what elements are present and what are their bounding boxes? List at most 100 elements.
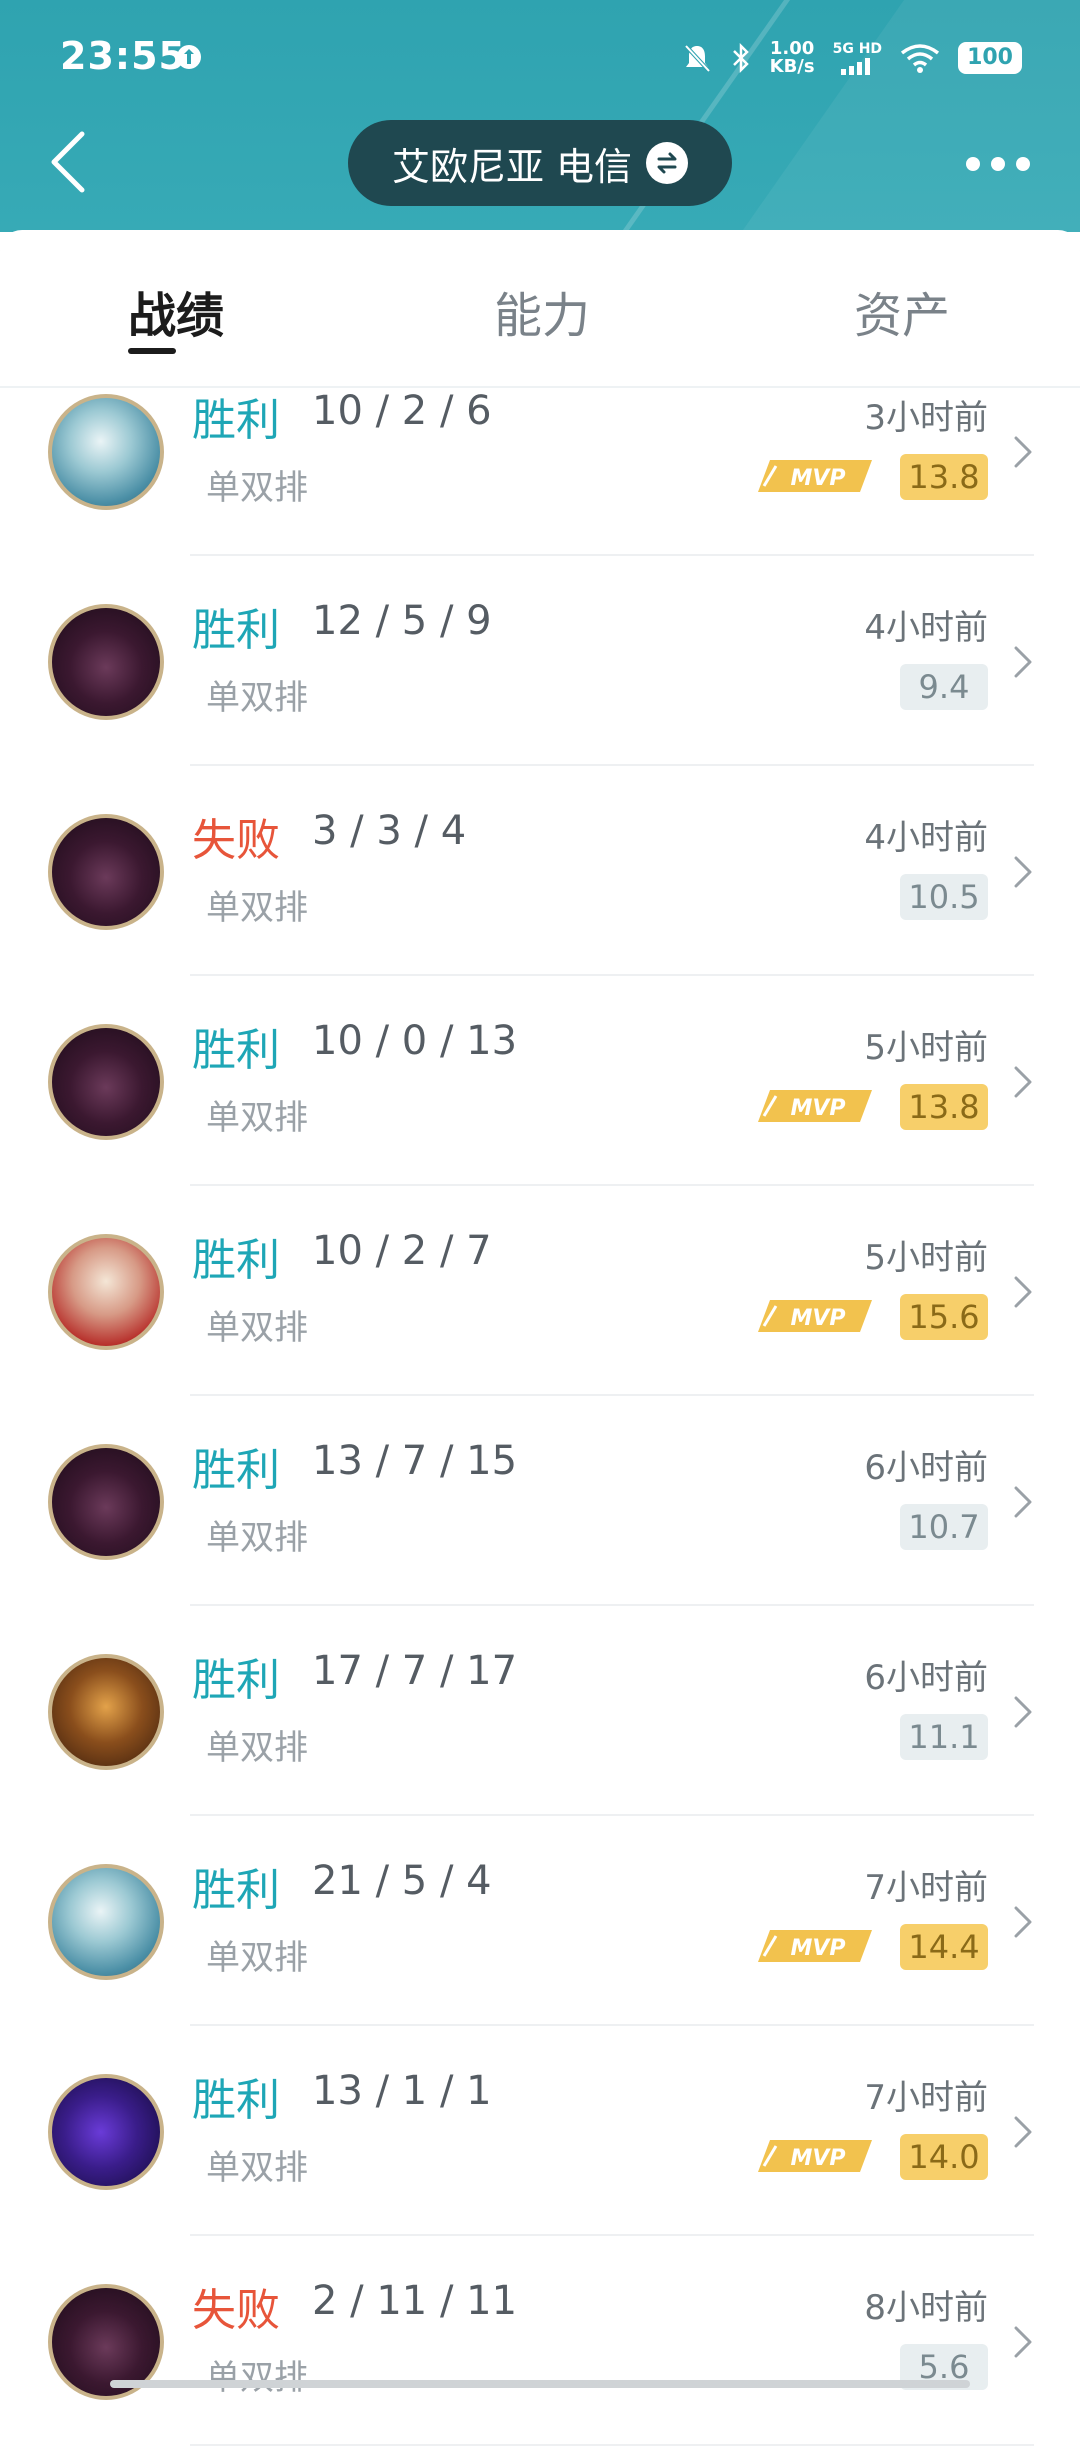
champion-avatar	[48, 394, 164, 510]
match-time: 8小时前	[864, 2288, 988, 2328]
match-time: 6小时前	[864, 1448, 988, 1488]
match-result: 胜利	[192, 2075, 280, 2126]
match-score: 13.8	[900, 454, 988, 500]
match-row[interactable]: 胜利 10 / 2 / 6 单双排 3小时前 13.8 MVP	[0, 346, 1080, 556]
match-time: 6小时前	[864, 1658, 988, 1698]
match-score: 10.5	[900, 874, 988, 920]
app-notification-icon	[177, 45, 201, 69]
match-result: 胜利	[192, 1865, 280, 1916]
match-result: 失败	[192, 815, 280, 866]
match-kda: 10 / 2 / 6	[312, 388, 492, 434]
match-score: 14.0	[900, 2134, 988, 2180]
back-icon[interactable]	[44, 130, 94, 194]
tab-assets[interactable]: 资产	[854, 276, 950, 346]
server-switch-button[interactable]: 艾欧尼亚 电信	[348, 120, 732, 206]
chevron-right-icon[interactable]	[1010, 2322, 1036, 2362]
chevron-right-icon[interactable]	[1010, 1062, 1036, 1102]
queue-type: 单双排	[206, 468, 308, 508]
match-time: 5小时前	[864, 1028, 988, 1068]
queue-type: 单双排	[206, 678, 308, 718]
match-kda: 12 / 5 / 9	[312, 598, 492, 644]
match-kda: 10 / 2 / 7	[312, 1228, 492, 1274]
match-row[interactable]: 胜利 10 / 0 / 13 单双排 5小时前 13.8 MVP	[0, 976, 1080, 1186]
match-result: 胜利	[192, 1655, 280, 1706]
queue-type: 单双排	[206, 1518, 308, 1558]
match-result: 胜利	[192, 605, 280, 656]
match-score: 10.7	[900, 1504, 988, 1550]
champion-avatar	[48, 1864, 164, 1980]
battery-indicator: 100	[958, 42, 1022, 74]
match-score: 14.4	[900, 1924, 988, 1970]
match-kda: 17 / 7 / 17	[312, 1648, 518, 1694]
chevron-right-icon[interactable]	[1010, 852, 1036, 892]
network-type: 5G HD	[832, 41, 883, 57]
chevron-right-icon[interactable]	[1010, 2112, 1036, 2152]
tab-record[interactable]: 战绩	[128, 276, 224, 346]
mvp-badge-icon: MVP	[758, 2140, 872, 2172]
chevron-right-icon[interactable]	[1010, 1482, 1036, 1522]
mvp-label: MVP	[790, 1306, 845, 1331]
mvp-badge-icon: MVP	[758, 1930, 872, 1962]
wifi-icon	[900, 44, 940, 73]
champion-avatar	[48, 1024, 164, 1140]
match-score: 15.6	[900, 1294, 988, 1340]
match-score: 9.4	[900, 664, 988, 710]
bluetooth-icon	[732, 42, 749, 74]
mvp-label: MVP	[790, 466, 845, 491]
match-score: 11.1	[900, 1714, 988, 1760]
match-kda: 10 / 0 / 13	[312, 1018, 518, 1064]
champion-avatar	[48, 1654, 164, 1770]
queue-type: 单双排	[206, 888, 308, 928]
signal-icon	[841, 58, 871, 75]
match-kda: 21 / 5 / 4	[312, 1858, 492, 1904]
champion-avatar	[48, 814, 164, 930]
champion-avatar	[48, 2074, 164, 2190]
match-row[interactable]: 胜利 17 / 7 / 17 单双排 6小时前 11.1	[0, 1606, 1080, 1816]
tab-ability[interactable]: 能力	[494, 276, 590, 346]
mvp-label: MVP	[790, 2146, 845, 2171]
match-result: 胜利	[192, 1235, 280, 1286]
match-kda: 13 / 1 / 1	[312, 2068, 492, 2114]
match-kda: 3 / 3 / 4	[312, 808, 467, 854]
swap-icon	[646, 142, 689, 184]
match-row[interactable]: 失败 2 / 11 / 11 单双排 8小时前 5.6	[0, 2236, 1080, 2446]
queue-type: 单双排	[206, 1938, 308, 1978]
status-time: 23:55	[60, 34, 186, 78]
champion-avatar	[48, 1444, 164, 1560]
match-row[interactable]: 胜利 21 / 5 / 4 单双排 7小时前 14.4 MVP	[0, 1816, 1080, 2026]
chevron-right-icon[interactable]	[1010, 642, 1036, 682]
match-row[interactable]: 胜利 10 / 2 / 7 单双排 5小时前 15.6 MVP	[0, 1186, 1080, 1396]
scroll-indicator	[110, 2380, 970, 2388]
match-result: 胜利	[192, 1025, 280, 1076]
match-row[interactable]: 胜利 12 / 5 / 9 单双排 4小时前 9.4	[0, 556, 1080, 766]
chevron-right-icon[interactable]	[1010, 432, 1036, 472]
status-icons: 1.00 KB/s 5G HD 100	[682, 36, 1022, 80]
champion-avatar	[48, 1234, 164, 1350]
match-time: 7小时前	[864, 1868, 988, 1908]
queue-type: 单双排	[206, 2358, 308, 2398]
chevron-right-icon[interactable]	[1010, 1902, 1036, 1942]
match-time: 3小时前	[864, 398, 988, 438]
match-row[interactable]: 胜利 13 / 7 / 15 单双排 6小时前 10.7	[0, 1396, 1080, 1606]
chevron-right-icon[interactable]	[1010, 1272, 1036, 1312]
champion-avatar	[48, 604, 164, 720]
queue-type: 单双排	[206, 2148, 308, 2188]
match-result: 失败	[192, 2285, 280, 2336]
net-speed: 1.00 KB/s	[770, 40, 815, 76]
server-name: 艾欧尼亚 电信	[391, 144, 633, 189]
header: 23:55 1.00 KB/s 5G HD 100 艾欧尼亚 电信	[0, 0, 1080, 232]
match-result: 胜利	[192, 395, 280, 446]
match-row[interactable]: 失败 3 / 3 / 4 单双排 4小时前 10.5	[0, 766, 1080, 976]
mute-bell-icon	[684, 44, 711, 73]
chevron-right-icon[interactable]	[1010, 1692, 1036, 1732]
match-kda: 2 / 11 / 11	[312, 2278, 518, 2324]
match-row[interactable]: 胜利 13 / 1 / 1 单双排 7小时前 14.0 MVP	[0, 2026, 1080, 2236]
match-time: 7小时前	[864, 2078, 988, 2118]
match-score: 13.8	[900, 1084, 988, 1130]
cellular-signal: 5G HD	[833, 41, 882, 75]
queue-type: 单双排	[206, 1728, 308, 1768]
mvp-badge-icon: MVP	[758, 1090, 872, 1122]
match-result: 胜利	[192, 1445, 280, 1496]
mvp-badge-icon: MVP	[758, 460, 872, 492]
more-options-icon[interactable]	[966, 146, 1030, 182]
